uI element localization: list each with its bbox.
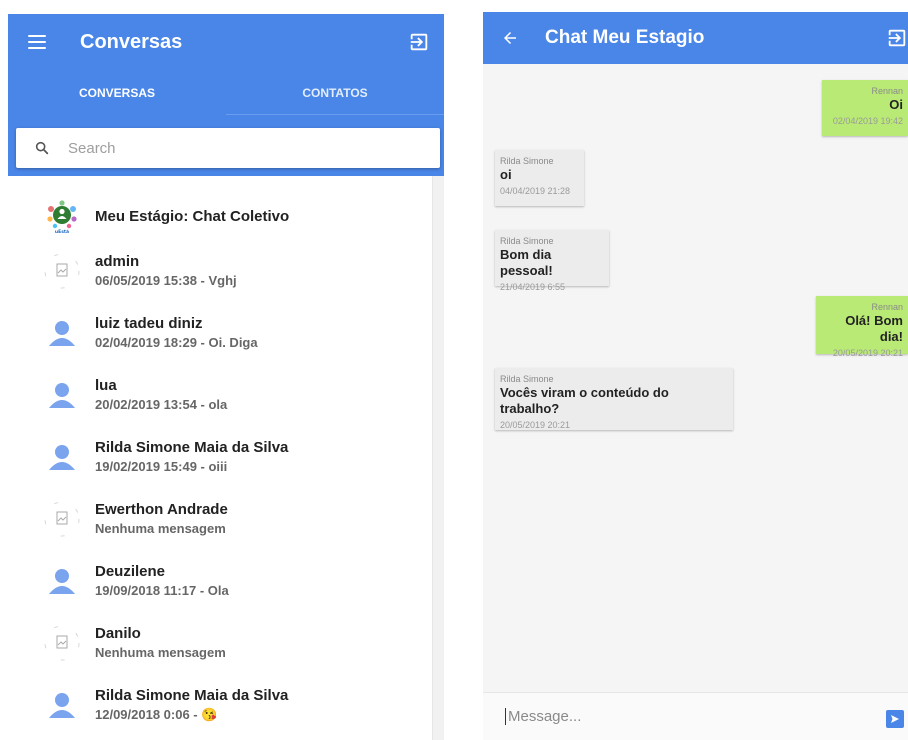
message-author: Rilda Simone bbox=[500, 236, 554, 246]
conversation-name: admin bbox=[95, 253, 140, 270]
conversation-last-message: 19/02/2019 15:49 - oiii bbox=[95, 459, 228, 474]
svg-text:uEstá: uEstá bbox=[55, 228, 69, 235]
message-time: 02/04/2019 19:42 bbox=[832, 116, 903, 126]
message-author: Rilda Simone bbox=[500, 156, 554, 166]
list-item[interactable]: uEstá Meu Estágio: Chat Coletivo bbox=[8, 194, 432, 240]
page-title: Conversas bbox=[80, 30, 183, 53]
message-text: Bom dia pessoal! bbox=[500, 247, 553, 278]
message-bubble-mine: Rennan Olá! Bom dia! 20/05/2019 20:21 bbox=[816, 296, 908, 358]
conversations-header: Conversas CONVERSAS CONTATOS bbox=[8, 14, 444, 176]
conversation-name: Ewerthon Andrade bbox=[95, 501, 228, 518]
message-bubble-other: Rilda Simone Bom dia pessoal! 21/04/2019… bbox=[495, 230, 609, 292]
message-time: 04/04/2019 21:28 bbox=[500, 186, 571, 196]
conversation-name: Danilo bbox=[95, 625, 141, 642]
message-author: Rennan bbox=[871, 302, 903, 312]
conversation-last-message: 19/09/2018 11:17 - Ola bbox=[95, 583, 229, 598]
list-item[interactable]: Danilo Nenhuma mensagem bbox=[8, 612, 432, 674]
conversation-name: Meu Estágio: Chat Coletivo bbox=[95, 208, 290, 225]
scrollbar[interactable] bbox=[432, 176, 444, 740]
send-icon bbox=[891, 715, 899, 723]
list-item[interactable]: Deuzilene 19/09/2018 11:17 - Ola bbox=[8, 550, 432, 612]
search-bar bbox=[16, 128, 440, 168]
conversation-list: uEstá Meu Estágio: Chat Coletivo admin 0… bbox=[8, 194, 432, 740]
person-icon bbox=[44, 687, 80, 723]
search-icon bbox=[35, 141, 49, 155]
send-button[interactable] bbox=[886, 710, 904, 728]
list-item[interactable]: admin 06/05/2019 15:38 - Vghj bbox=[8, 240, 432, 302]
message-composer bbox=[483, 692, 908, 740]
person-icon bbox=[44, 315, 80, 351]
broken-image-icon bbox=[44, 501, 80, 537]
person-icon bbox=[44, 439, 80, 475]
exit-icon[interactable] bbox=[408, 31, 430, 53]
conversation-name: lua bbox=[95, 377, 117, 394]
group-logo-icon: uEstá bbox=[44, 199, 80, 235]
conversation-name: Deuzilene bbox=[95, 563, 166, 580]
chat-header: Chat Meu Estagio bbox=[483, 12, 908, 64]
exit-icon[interactable] bbox=[886, 27, 908, 49]
tab-contatos[interactable]: CONTATOS bbox=[226, 70, 444, 116]
message-time: 20/05/2019 20:21 bbox=[832, 348, 903, 358]
conversation-last-message: 02/04/2019 18:29 - Oi. Diga bbox=[95, 335, 258, 350]
list-item[interactable]: Ewerthon Andrade Nenhuma mensagem bbox=[8, 488, 432, 550]
message-input[interactable] bbox=[505, 708, 845, 725]
chat-panel: Chat Meu Estagio Rennan Oi 02/04/2019 19… bbox=[483, 12, 908, 740]
message-author: Rennan bbox=[871, 86, 903, 96]
conversations-panel: Conversas CONVERSAS CONTATOS Search uEst… bbox=[8, 14, 444, 740]
back-arrow-icon[interactable] bbox=[501, 29, 519, 47]
message-bubble-other: Rilda Simone oi 04/04/2019 21:28 bbox=[495, 150, 584, 206]
message-text: Oi bbox=[889, 97, 903, 112]
list-item[interactable]: lua 20/02/2019 13:54 - ola bbox=[8, 364, 432, 426]
message-text: oi bbox=[500, 167, 512, 182]
conversation-last-message: 06/05/2019 15:38 - Vghj bbox=[95, 273, 237, 288]
tab-conversas[interactable]: CONVERSAS bbox=[8, 70, 226, 117]
tab-bar: CONVERSAS CONTATOS bbox=[8, 70, 444, 117]
list-item[interactable]: Rilda Simone Maia da Silva 19/02/2019 15… bbox=[8, 426, 432, 488]
chat-title: Chat Meu Estagio bbox=[545, 27, 705, 48]
message-author: Rilda Simone bbox=[500, 374, 554, 384]
broken-image-icon bbox=[44, 253, 80, 289]
conversation-last-message: 20/02/2019 13:54 - ola bbox=[95, 397, 228, 412]
message-text: Olá! Bom dia! bbox=[845, 313, 903, 344]
broken-image-icon bbox=[44, 625, 80, 661]
search-input[interactable] bbox=[68, 139, 368, 157]
tab-divider bbox=[226, 114, 444, 115]
conversation-last-message: Nenhuma mensagem bbox=[95, 645, 226, 660]
list-item[interactable]: luiz tadeu diniz 02/04/2019 18:29 - Oi. … bbox=[8, 302, 432, 364]
message-text: Vocês viram o conteúdo do trabalho? bbox=[500, 385, 669, 416]
conversation-last-message: Nenhuma mensagem bbox=[95, 521, 226, 536]
list-item[interactable]: Rilda Simone Maia da Silva 12/09/2018 0:… bbox=[8, 674, 432, 736]
top-app-bar: Conversas bbox=[8, 14, 444, 70]
menu-icon[interactable] bbox=[28, 35, 46, 49]
person-icon bbox=[44, 377, 80, 413]
message-bubble-mine: Rennan Oi 02/04/2019 19:42 bbox=[822, 80, 908, 136]
conversation-name: Rilda Simone Maia da Silva bbox=[95, 439, 289, 456]
conversation-name: luiz tadeu diniz bbox=[95, 315, 203, 332]
message-bubble-other: Rilda Simone Vocês viram o conteúdo do t… bbox=[495, 368, 733, 430]
message-time: 21/04/2019 6:55 bbox=[500, 282, 566, 292]
person-icon bbox=[44, 563, 80, 599]
conversation-name: Rilda Simone Maia da Silva bbox=[95, 687, 289, 704]
conversation-last-message: 12/09/2018 0:06 - 😘 bbox=[95, 707, 218, 722]
message-time: 20/05/2019 20:21 bbox=[500, 420, 571, 430]
